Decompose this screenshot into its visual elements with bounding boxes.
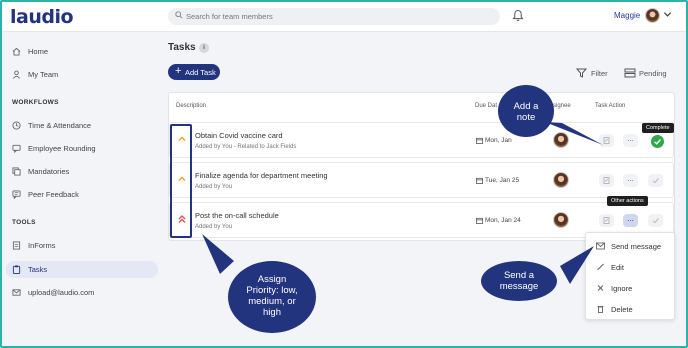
note-callout-pointer [545,122,603,145]
priority-callout-pointer [202,234,234,274]
assign-priority-callout: Assign Priority: low, medium, or high [228,261,316,333]
callout-line: medium, or [248,296,296,307]
callout-line: high [263,307,281,318]
callout-pointers [202,122,603,284]
callout-line: Send a [503,270,535,281]
callout-line: Add a [513,101,539,112]
app-frame: laudio Maggie Home My Team WORKFLOWS Tim… [0,0,688,348]
callout-line: note [516,112,536,123]
callout-line: message [499,281,539,292]
message-callout-pointer [560,246,594,284]
send-message-callout: Send a message [481,261,557,301]
callout-line: Priority: low, [246,285,298,296]
add-note-callout: Add a note [498,85,554,137]
callout-line: Assign [257,274,287,285]
